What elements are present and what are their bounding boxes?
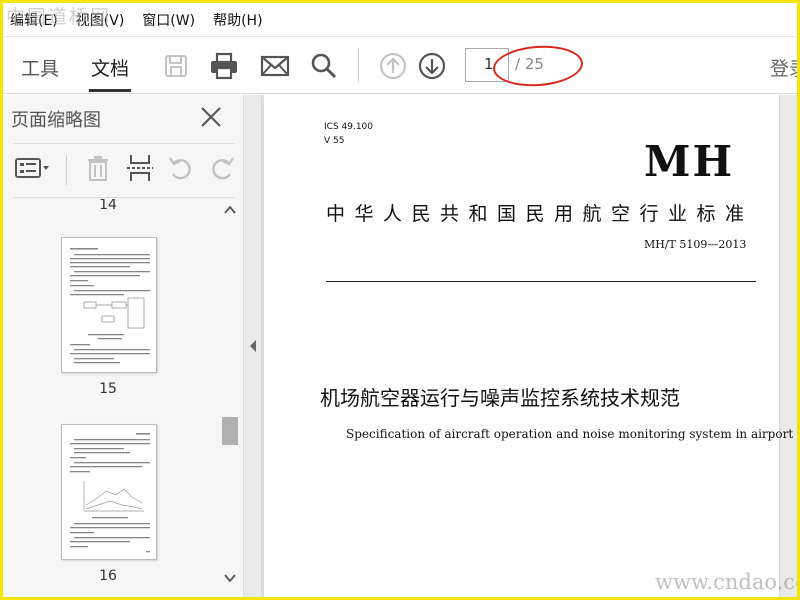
active-tab-indicator — [89, 89, 131, 92]
thumbnail-scrollbar[interactable] — [219, 201, 241, 593]
tab-document[interactable]: 文档 — [91, 54, 129, 81]
search-icon[interactable] — [308, 50, 340, 82]
extract-icon[interactable] — [125, 153, 155, 183]
mail-icon[interactable] — [259, 50, 291, 82]
doc-class: V 55 — [324, 136, 345, 146]
doc-ics-code: ICS 49.100 V 55 — [324, 120, 373, 148]
rotate-left-icon[interactable] — [166, 153, 196, 183]
doc-standard-mark: MH — [644, 137, 735, 186]
scroll-down-icon[interactable] — [224, 573, 236, 583]
watermark-bottom: www.cndao.com — [655, 570, 800, 594]
close-icon[interactable] — [199, 105, 223, 129]
toolbar: 工具 文档 1 / 25 登录 — [3, 38, 800, 94]
next-page-icon[interactable] — [416, 50, 448, 82]
scroll-thumb[interactable] — [222, 417, 238, 445]
delete-icon[interactable] — [83, 153, 113, 183]
doc-rule — [326, 281, 756, 282]
tab-tools[interactable]: 工具 — [21, 54, 59, 81]
doc-title-cn: 机场航空器运行与噪声监控系统技术规范 — [320, 386, 680, 410]
panel-divider — [13, 143, 235, 144]
thumbnail-label: 16 — [99, 568, 117, 584]
thumbnail-page[interactable] — [61, 424, 157, 560]
panel-title: 页面缩略图 — [11, 110, 101, 131]
doc-title-en: Specification of aircraft operation and … — [346, 427, 794, 441]
document-page: ICS 49.100 V 55 MH 中华人民共和国民用航空行业标准 MH/T … — [264, 95, 793, 597]
previous-page-icon[interactable] — [377, 50, 409, 82]
scroll-up-icon[interactable] — [224, 205, 236, 215]
watermark-top: 中国道桥网 — [6, 6, 112, 28]
thumbnail-tools — [3, 149, 244, 189]
toolbar-separator — [358, 48, 359, 82]
thumbnail-page[interactable] — [61, 237, 157, 373]
doc-standard-name: 中华人民共和国民用航空行业标准 — [326, 203, 754, 225]
print-icon[interactable] — [208, 50, 240, 82]
thumbnail-label: 15 — [99, 381, 117, 397]
document-view: ICS 49.100 V 55 MH 中华人民共和国民用航空行业标准 MH/T … — [262, 95, 797, 597]
panel-divider — [13, 197, 235, 198]
login-button[interactable]: 登录 — [770, 54, 800, 81]
menu-bar: 编辑(E) 视图(V) 窗口(W) 帮助(H) — [3, 3, 797, 37]
thumbnail-panel: 页面缩略图 14 15 16 — [3, 95, 244, 597]
thumbnail-label: 14 — [99, 199, 117, 213]
thumbnail-list: 14 15 16 — [3, 199, 217, 597]
menu-window[interactable]: 窗口(W) — [142, 10, 195, 30]
options-menu-icon[interactable] — [13, 153, 53, 183]
doc-standard-code: MH/T 5109—2013 — [644, 238, 747, 251]
rotate-right-icon[interactable] — [207, 153, 237, 183]
panel-collapse-handle[interactable] — [244, 95, 262, 597]
collapse-arrow-icon — [250, 340, 256, 352]
menu-help[interactable]: 帮助(H) — [213, 10, 262, 30]
doc-ics: ICS 49.100 — [324, 122, 374, 132]
save-icon[interactable] — [160, 50, 192, 82]
tools-separator — [66, 155, 67, 185]
